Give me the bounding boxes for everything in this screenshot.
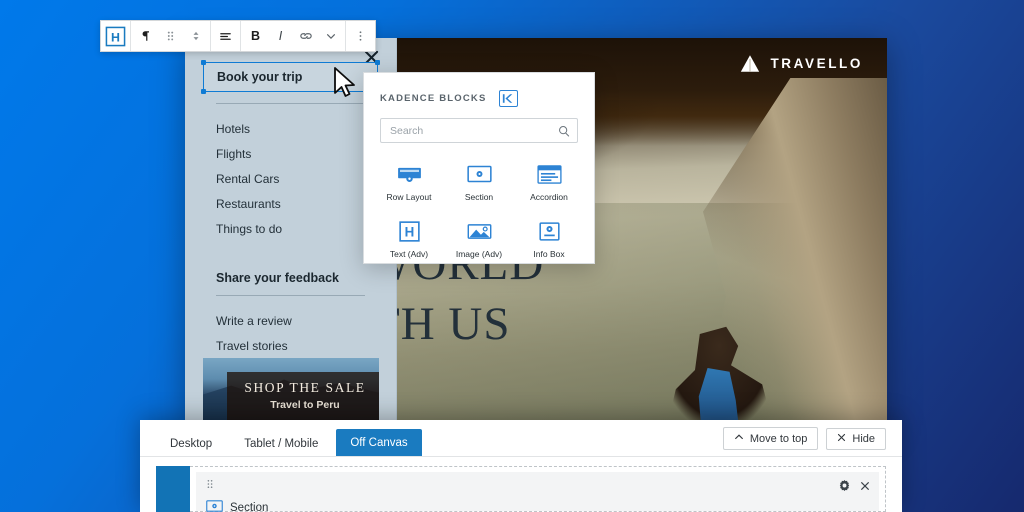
search-input[interactable] bbox=[380, 118, 578, 143]
section-icon bbox=[466, 163, 492, 185]
move-to-top-label: Move to top bbox=[749, 432, 808, 445]
inserter-title: KADENCE BLOCKS bbox=[380, 93, 487, 104]
kadence-blocks-inserter: KADENCE BLOCKS Search Row Layout Section… bbox=[363, 72, 595, 264]
device-tabs: Desktop Tablet / Mobile Off Canvas bbox=[156, 420, 422, 456]
offcanvas-feedback-heading: Share your feedback bbox=[216, 271, 339, 285]
link-icon[interactable] bbox=[293, 21, 318, 51]
close-icon bbox=[837, 433, 846, 445]
block-label: Accordion bbox=[530, 192, 568, 202]
svg-text:H: H bbox=[111, 30, 120, 44]
section-dropzone[interactable]: Section bbox=[190, 466, 886, 512]
promo-banner[interactable]: SHOP THE SALE Travel to Peru bbox=[203, 358, 379, 420]
block-item-section[interactable]: Section bbox=[444, 157, 514, 208]
tab-tablet-mobile[interactable]: Tablet / Mobile bbox=[230, 431, 332, 456]
promo-subtitle: Travel to Peru bbox=[270, 399, 340, 411]
panel-tabs-row: Desktop Tablet / Mobile Off Canvas Move … bbox=[140, 420, 902, 457]
site-brand: TRAVELLO bbox=[739, 54, 863, 73]
section-block-tools bbox=[838, 479, 870, 492]
row-layout-icon bbox=[397, 163, 422, 185]
tab-desktop[interactable]: Desktop bbox=[156, 431, 226, 456]
block-label: Image (Adv) bbox=[455, 249, 503, 259]
divider bbox=[216, 103, 365, 104]
move-to-top-button[interactable]: Move to top bbox=[722, 427, 819, 450]
toolbar-group-align bbox=[211, 21, 241, 51]
block-item-row-layout[interactable]: Row Layout bbox=[374, 157, 444, 208]
block-item-accordion[interactable]: Accordion bbox=[514, 157, 584, 208]
block-item-text-adv[interactable]: H Text (Adv) bbox=[374, 214, 444, 265]
mouse-cursor bbox=[332, 66, 358, 100]
resize-handle-top-left[interactable] bbox=[201, 60, 206, 65]
list-item[interactable]: Rental Cars bbox=[216, 166, 365, 191]
promo-title: SHOP THE SALE bbox=[244, 380, 366, 395]
panel-section-area: Section bbox=[140, 457, 902, 512]
inserter-header: KADENCE BLOCKS bbox=[364, 73, 594, 107]
kadence-bottom-panel: Desktop Tablet / Mobile Off Canvas Move … bbox=[140, 420, 902, 512]
toolbar-group-more bbox=[346, 21, 375, 51]
tab-off-canvas[interactable]: Off Canvas bbox=[336, 429, 422, 456]
list-item[interactable]: Things to do bbox=[216, 216, 365, 241]
info-box-icon bbox=[538, 220, 560, 242]
kadence-logo-icon[interactable] bbox=[498, 90, 518, 107]
section-color-rail bbox=[156, 466, 190, 512]
toolbar-group-inline-format: B I bbox=[241, 21, 346, 51]
inserter-search bbox=[380, 118, 578, 143]
toolbar-group-block bbox=[131, 21, 211, 51]
drag-handle-icon[interactable] bbox=[206, 478, 869, 493]
hero-headline-line-2: TH US bbox=[397, 298, 511, 351]
drag-handle-icon[interactable] bbox=[158, 21, 183, 51]
block-item-image-adv[interactable]: Image (Adv) bbox=[444, 214, 514, 265]
chevron-up-icon bbox=[734, 432, 744, 445]
hide-label: Hide bbox=[852, 432, 875, 445]
block-item-info-box[interactable]: Info Box bbox=[514, 214, 584, 265]
section-icon bbox=[206, 499, 223, 512]
block-toolbar: H B I bbox=[100, 20, 376, 52]
align-text-icon[interactable] bbox=[213, 21, 238, 51]
accordion-icon bbox=[536, 163, 562, 185]
chevron-down-icon[interactable] bbox=[318, 21, 343, 51]
paragraph-format-icon[interactable] bbox=[133, 21, 158, 51]
section-block-name: Section bbox=[230, 502, 269, 512]
tent-mountain-logo-icon bbox=[739, 54, 761, 73]
panel-actions: Move to top Hide bbox=[722, 427, 886, 456]
section-block-card[interactable]: Section bbox=[196, 472, 879, 512]
search-icon bbox=[558, 124, 570, 137]
text-adv-icon: H bbox=[398, 220, 420, 242]
site-brand-name: TRAVELLO bbox=[770, 56, 863, 71]
resize-handle-top-right[interactable] bbox=[375, 60, 380, 65]
svg-text:H: H bbox=[404, 224, 414, 239]
list-item[interactable]: Restaurants bbox=[216, 191, 365, 216]
inserter-blocks-grid: Row Layout Section Accordion H Text (Adv… bbox=[364, 143, 594, 265]
heading-h-icon[interactable]: H bbox=[101, 21, 131, 51]
hide-button[interactable]: Hide bbox=[826, 427, 886, 450]
offcanvas-trip-links: Hotels Flights Rental Cars Restaurants T… bbox=[203, 116, 378, 241]
block-label: Section bbox=[464, 192, 494, 202]
list-item[interactable]: Hotels bbox=[216, 116, 365, 141]
section-block-row: Section bbox=[206, 499, 869, 512]
image-adv-icon bbox=[467, 220, 492, 242]
block-label: Row Layout bbox=[386, 192, 432, 202]
list-item[interactable]: Flights bbox=[216, 141, 365, 166]
italic-icon[interactable]: I bbox=[268, 21, 293, 51]
bold-icon[interactable]: B bbox=[243, 21, 268, 51]
close-icon[interactable] bbox=[860, 481, 870, 491]
block-label: Text (Adv) bbox=[389, 249, 429, 259]
more-options-icon[interactable] bbox=[348, 21, 373, 51]
block-label: Info Box bbox=[533, 249, 565, 259]
move-up-down-icon[interactable] bbox=[183, 21, 208, 51]
resize-handle-bottom-left[interactable] bbox=[201, 89, 206, 94]
gear-icon[interactable] bbox=[838, 479, 851, 492]
divider bbox=[216, 295, 365, 296]
list-item[interactable]: Travel stories bbox=[216, 333, 365, 358]
list-item[interactable]: Write a review bbox=[216, 308, 365, 333]
